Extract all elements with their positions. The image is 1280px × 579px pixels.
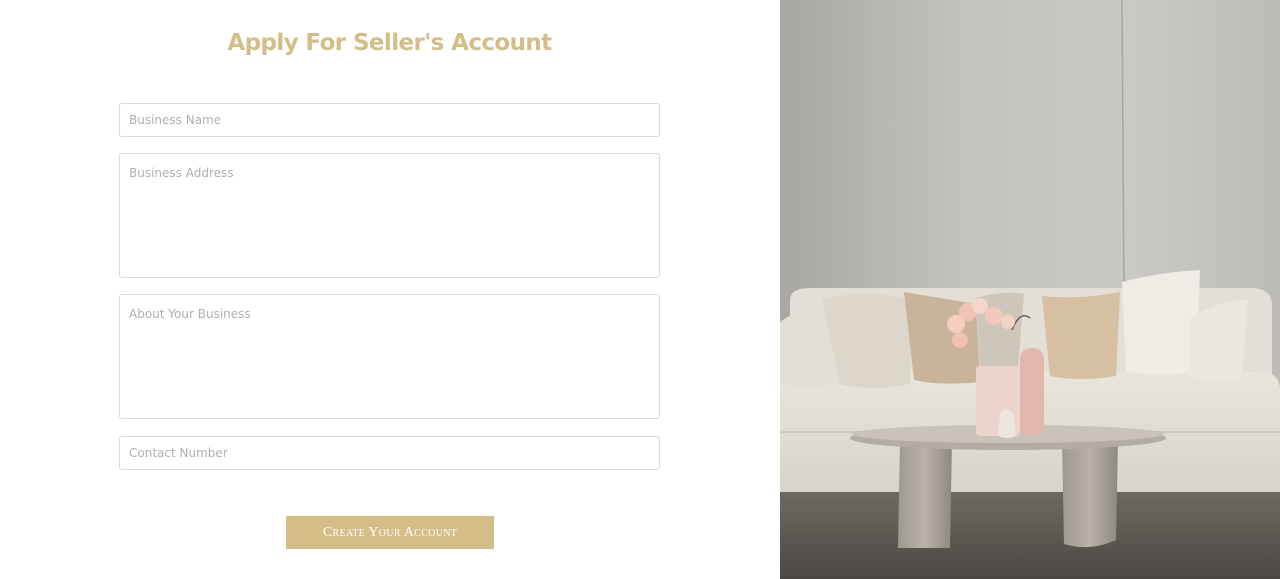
pillow xyxy=(1122,270,1200,374)
about-business-textarea[interactable] xyxy=(119,294,660,419)
create-account-button[interactable]: Create Your Account xyxy=(286,516,494,549)
pillow-tan xyxy=(1042,292,1120,379)
form-panel: Apply For Seller's Account Create Your A… xyxy=(0,0,780,579)
table-leg xyxy=(1062,440,1118,548)
table-leg xyxy=(898,440,952,548)
business-address-textarea[interactable] xyxy=(119,153,660,278)
living-room-photo xyxy=(780,0,1280,579)
rug xyxy=(780,490,1280,579)
business-name-input[interactable] xyxy=(119,103,660,137)
living-room-illustration xyxy=(780,0,1280,579)
vase-tall xyxy=(1020,348,1044,435)
seller-application-page: Apply For Seller's Account Create Your A… xyxy=(0,0,1280,579)
page-title: Apply For Seller's Account xyxy=(227,30,552,56)
contact-number-input[interactable] xyxy=(119,436,660,470)
vase-small xyxy=(998,409,1016,438)
